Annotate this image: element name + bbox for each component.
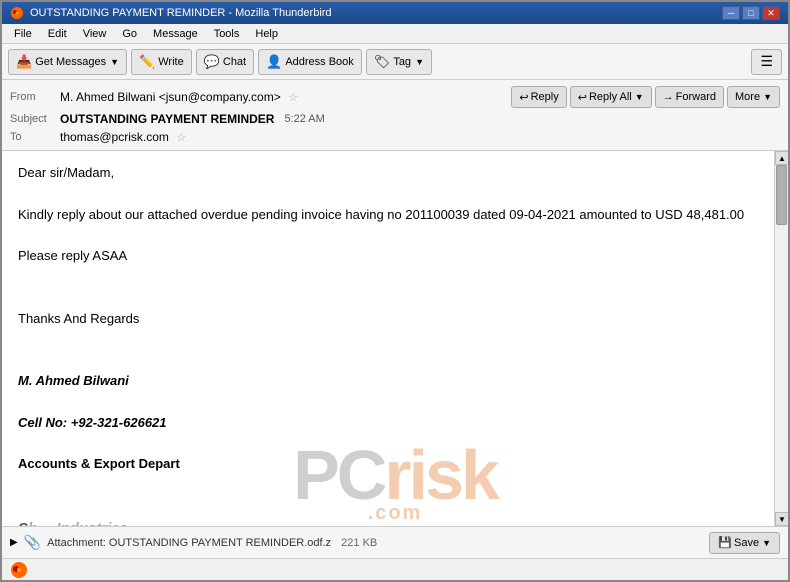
tag-dropdown[interactable]: ▼ xyxy=(415,57,424,67)
status-bar xyxy=(2,558,788,580)
subject-row: Subject OUTSTANDING PAYMENT REMINDER 5:2… xyxy=(10,110,780,128)
reply-all-button[interactable]: ↩ Reply All ▼ xyxy=(570,86,652,108)
more-button[interactable]: More ▼ xyxy=(727,86,780,108)
from-email: <jsun@company.com> xyxy=(159,90,281,104)
from-label: From xyxy=(10,91,60,103)
menu-file[interactable]: File xyxy=(6,26,40,42)
menu-help[interactable]: Help xyxy=(247,26,286,42)
scrollbar-thumb[interactable] xyxy=(776,165,787,225)
tag-button[interactable]: 🏷 Tag ▼ xyxy=(366,49,432,75)
to-email: thomas@pcrisk.com xyxy=(60,130,169,144)
body-signature-dept: Accounts & Export Depart xyxy=(18,454,758,475)
more-dropdown[interactable]: ▼ xyxy=(763,92,772,102)
scroll-down-arrow[interactable]: ▼ xyxy=(775,512,788,526)
window-controls: ─ □ ✕ xyxy=(722,6,780,20)
chat-icon: 💬 xyxy=(204,54,220,70)
from-name: M. Ahmed Bilwani xyxy=(60,90,155,104)
write-icon: ✏️ xyxy=(139,54,155,70)
save-button[interactable]: 💾 Save ▼ xyxy=(709,532,780,554)
app-icon xyxy=(10,6,24,20)
address-book-button[interactable]: 👤 Address Book xyxy=(258,49,362,75)
maximize-button[interactable]: □ xyxy=(742,6,760,20)
write-button[interactable]: ✏️ Write xyxy=(131,49,192,75)
menu-edit[interactable]: Edit xyxy=(40,26,75,42)
body-signature-company: Sh… Industries xyxy=(18,517,758,526)
to-value: thomas@pcrisk.com ☆ xyxy=(60,130,780,144)
reply-button[interactable]: ↩ Reply xyxy=(511,86,566,108)
header-actions: ↩ Reply ↩ Reply All ▼ → Forward More ▼ xyxy=(511,86,780,108)
from-row: From M. Ahmed Bilwani <jsun@company.com>… xyxy=(10,84,780,110)
get-messages-icon: 📥 xyxy=(16,54,32,70)
app-window: OUTSTANDING PAYMENT REMINDER - Mozilla T… xyxy=(0,0,790,582)
body-signature-phone: Cell No: +92-321-626621 xyxy=(18,413,758,434)
status-text xyxy=(10,561,32,579)
tag-icon: 🏷 xyxy=(374,54,391,70)
to-label: To xyxy=(10,131,60,143)
subject-value: OUTSTANDING PAYMENT REMINDER xyxy=(60,112,274,126)
close-button[interactable]: ✕ xyxy=(762,6,780,20)
menu-go[interactable]: Go xyxy=(114,26,145,42)
to-row: To thomas@pcrisk.com ☆ xyxy=(10,128,780,146)
scrollbar-track[interactable] xyxy=(775,165,788,512)
body-regards: Thanks And Regards xyxy=(18,309,758,330)
email-body[interactable]: Dear sir/Madam, Kindly reply about our a… xyxy=(2,151,774,526)
reply-all-icon: ↩ xyxy=(578,91,587,104)
body-greeting: Dear sir/Madam, xyxy=(18,163,758,184)
attachment-bar: ▶ 📎 Attachment: OUTSTANDING PAYMENT REMI… xyxy=(2,526,788,558)
to-star-icon[interactable]: ☆ xyxy=(176,132,186,144)
reply-icon: ↩ xyxy=(519,91,528,104)
menu-tools[interactable]: Tools xyxy=(206,26,248,42)
timestamp: 5:22 AM xyxy=(284,113,324,125)
chat-button[interactable]: 💬 Chat xyxy=(196,49,254,75)
attachment-file-icon: 📎 xyxy=(24,534,41,551)
hamburger-button[interactable]: ☰ xyxy=(751,49,782,75)
menu-message[interactable]: Message xyxy=(145,26,206,42)
scroll-up-arrow[interactable]: ▲ xyxy=(775,151,788,165)
from-value: M. Ahmed Bilwani <jsun@company.com> ☆ xyxy=(60,90,511,104)
get-messages-dropdown[interactable]: ▼ xyxy=(110,57,119,67)
body-signature-name: M. Ahmed Bilwani xyxy=(18,371,758,392)
save-icon: 💾 xyxy=(718,536,732,549)
email-header: From M. Ahmed Bilwani <jsun@company.com>… xyxy=(2,80,788,151)
toolbar: 📥 Get Messages ▼ ✏️ Write 💬 Chat 👤 Addre… xyxy=(2,44,788,80)
email-body-wrapper: Dear sir/Madam, Kindly reply about our a… xyxy=(2,151,788,526)
attachment-expand-icon[interactable]: ▶ xyxy=(10,537,18,548)
reply-all-dropdown[interactable]: ▼ xyxy=(635,92,644,102)
window-title: OUTSTANDING PAYMENT REMINDER - Mozilla T… xyxy=(30,7,722,19)
title-bar: OUTSTANDING PAYMENT REMINDER - Mozilla T… xyxy=(2,2,788,24)
from-star-icon[interactable]: ☆ xyxy=(288,92,298,104)
get-messages-button[interactable]: 📥 Get Messages ▼ xyxy=(8,49,127,75)
body-reply-request: Please reply ASAA xyxy=(18,246,758,267)
forward-icon: → xyxy=(663,91,674,103)
save-dropdown[interactable]: ▼ xyxy=(762,538,771,548)
scrollbar[interactable]: ▲ ▼ xyxy=(774,151,788,526)
subject-label: Subject xyxy=(10,113,60,125)
forward-button[interactable]: → Forward xyxy=(655,86,724,108)
menu-view[interactable]: View xyxy=(75,26,115,42)
body-content: Kindly reply about our attached overdue … xyxy=(18,205,758,226)
address-book-icon: 👤 xyxy=(266,54,282,70)
minimize-button[interactable]: ─ xyxy=(722,6,740,20)
menu-bar: File Edit View Go Message Tools Help xyxy=(2,24,788,44)
attachment-size: 221 KB xyxy=(341,537,377,549)
attachment-name: Attachment: OUTSTANDING PAYMENT REMINDER… xyxy=(47,537,331,549)
